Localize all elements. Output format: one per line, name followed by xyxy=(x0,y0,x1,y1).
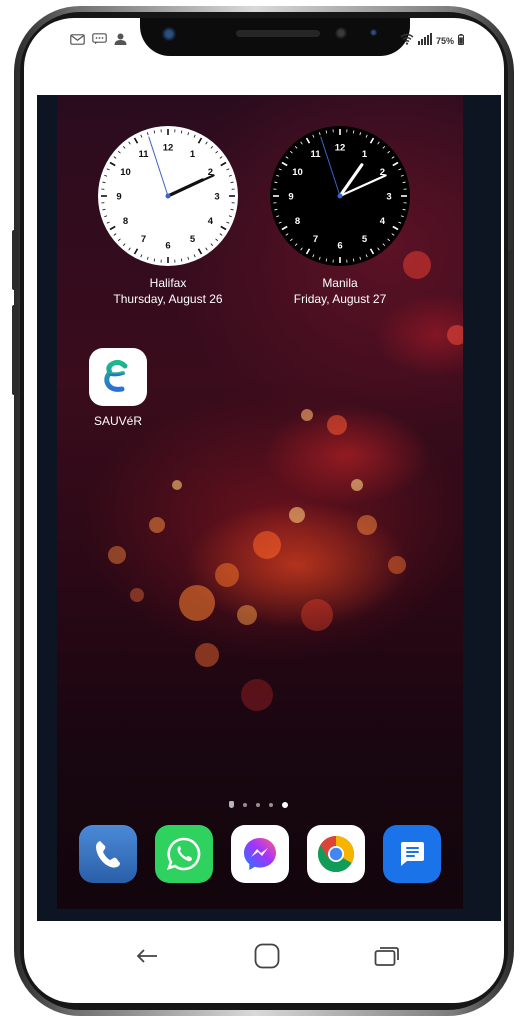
recents-icon xyxy=(374,947,399,966)
clock-numeral: 6 xyxy=(337,241,342,252)
wallpaper-bokeh xyxy=(130,588,144,602)
wallpaper-bokeh xyxy=(108,546,126,564)
wallpaper-bokeh xyxy=(327,415,347,435)
sauver-logo-icon xyxy=(89,348,147,406)
phone-app[interactable] xyxy=(79,825,137,883)
back-icon xyxy=(136,949,157,963)
wallpaper-bokeh xyxy=(301,599,333,631)
phone-screen: 75% 12 1 2 3 4 5 6 7 8 9 10 11 Halifax Thursday, Au… xyxy=(24,18,504,1003)
wallpaper-bokeh xyxy=(237,605,257,625)
app-dock xyxy=(79,825,441,885)
clock-numeral: 9 xyxy=(288,192,293,203)
phone-icon xyxy=(96,841,120,868)
sensor xyxy=(335,27,347,39)
home-screen-wallpaper: 12 1 2 3 4 5 6 7 8 9 10 11 Halifax Thursday, August… xyxy=(57,95,463,909)
screen-frame: 12 1 2 3 4 5 6 7 8 9 10 11 Halifax Thursday, August… xyxy=(37,95,501,921)
home-page-indicator-icon xyxy=(229,801,234,808)
proximity-sensor xyxy=(370,29,377,36)
clock-face: 121234567891011 xyxy=(270,126,410,266)
wifi-icon xyxy=(400,32,414,50)
clock-numeral: 4 xyxy=(208,216,214,227)
home-button[interactable] xyxy=(252,941,282,971)
whatsapp-app[interactable] xyxy=(155,825,213,883)
clock-numeral: 8 xyxy=(123,216,128,227)
clock-numeral: 6 xyxy=(165,241,170,252)
recents-button[interactable] xyxy=(372,941,402,971)
sauver-app[interactable]: SAUVéR xyxy=(83,348,153,428)
wallpaper-bokeh xyxy=(179,585,215,621)
page-dot xyxy=(269,802,273,807)
clock-center xyxy=(165,193,171,199)
clock-numeral: 5 xyxy=(362,234,368,245)
wallpaper-bokeh xyxy=(253,531,281,559)
person-icon xyxy=(114,32,127,50)
world-clock-widget[interactable]: 12 1 2 3 4 5 6 7 8 9 10 11 Halifax Thursday, August… xyxy=(93,125,243,307)
page-dot-active xyxy=(282,801,288,808)
wallpaper-bokeh xyxy=(172,480,182,490)
messages-icon xyxy=(401,842,424,866)
mail-icon xyxy=(70,32,85,50)
wallpaper-bokeh xyxy=(215,563,239,587)
camera-notch xyxy=(140,18,410,56)
world-clock-widget[interactable]: 12 1 2 3 4 5 6 7 8 9 10 11 Manila Friday, August 27 xyxy=(265,125,415,307)
whatsapp-icon xyxy=(166,837,201,871)
wallpaper-bokeh xyxy=(388,556,406,574)
clock-numeral: 1 xyxy=(362,149,368,160)
page-dot xyxy=(243,802,247,807)
signal-icon xyxy=(417,32,432,50)
back-button[interactable] xyxy=(132,941,162,971)
clock-numeral: 7 xyxy=(141,234,146,245)
clock-face: 121234567891011 xyxy=(98,126,238,266)
clock-numeral: 9 xyxy=(116,192,121,203)
wallpaper-bokeh xyxy=(195,643,219,667)
clock-center xyxy=(337,193,343,199)
clock-numeral: 3 xyxy=(214,192,219,203)
home-icon xyxy=(254,943,280,969)
navigation-bar xyxy=(24,923,504,983)
messages-app[interactable] xyxy=(383,825,441,883)
clock-numeral: 11 xyxy=(138,149,149,160)
volume-button-lower xyxy=(12,305,18,395)
clock-numeral: 11 xyxy=(310,149,321,160)
status-bar: 75% xyxy=(24,18,504,72)
power-button xyxy=(508,250,514,360)
clock-numeral: 1 xyxy=(190,149,196,160)
chrome-icon xyxy=(317,836,355,873)
clock-numeral: 10 xyxy=(292,167,303,178)
clock-city: Manila xyxy=(322,276,358,290)
clock-numeral: 12 xyxy=(163,143,174,154)
chrome-app[interactable] xyxy=(307,825,365,883)
wallpaper-bokeh xyxy=(351,479,363,491)
battery-icon xyxy=(458,32,464,50)
wallpaper-bokeh xyxy=(301,409,313,421)
messenger-app[interactable] xyxy=(231,825,289,883)
clock-numeral: 12 xyxy=(335,143,346,154)
clock-numeral: 10 xyxy=(120,167,131,178)
battery-percentage: 75% xyxy=(435,36,454,46)
wallpaper-bokeh xyxy=(357,515,377,535)
page-dot xyxy=(256,802,260,807)
message-icon xyxy=(92,32,107,50)
page-indicator[interactable] xyxy=(229,801,288,808)
volume-button xyxy=(12,230,18,290)
wallpaper-bokeh xyxy=(289,507,305,523)
clock-city: Halifax xyxy=(149,276,187,290)
clock-numeral: 7 xyxy=(313,234,318,245)
clock-numeral: 8 xyxy=(295,216,300,227)
front-camera xyxy=(162,27,176,41)
wallpaper-bokeh xyxy=(149,517,165,533)
clock-numeral: 4 xyxy=(380,216,386,227)
clock-numeral: 3 xyxy=(386,192,391,203)
wallpaper-bokeh xyxy=(447,325,463,345)
app-label: SAUVéR xyxy=(93,414,143,428)
earpiece-speaker xyxy=(236,30,320,37)
clock-date: Friday, August 27 xyxy=(293,292,387,306)
clock-numeral: 5 xyxy=(190,234,196,245)
messenger-icon xyxy=(244,838,276,870)
clock-date: Thursday, August 26 xyxy=(113,292,223,306)
wallpaper-bokeh xyxy=(241,679,273,711)
